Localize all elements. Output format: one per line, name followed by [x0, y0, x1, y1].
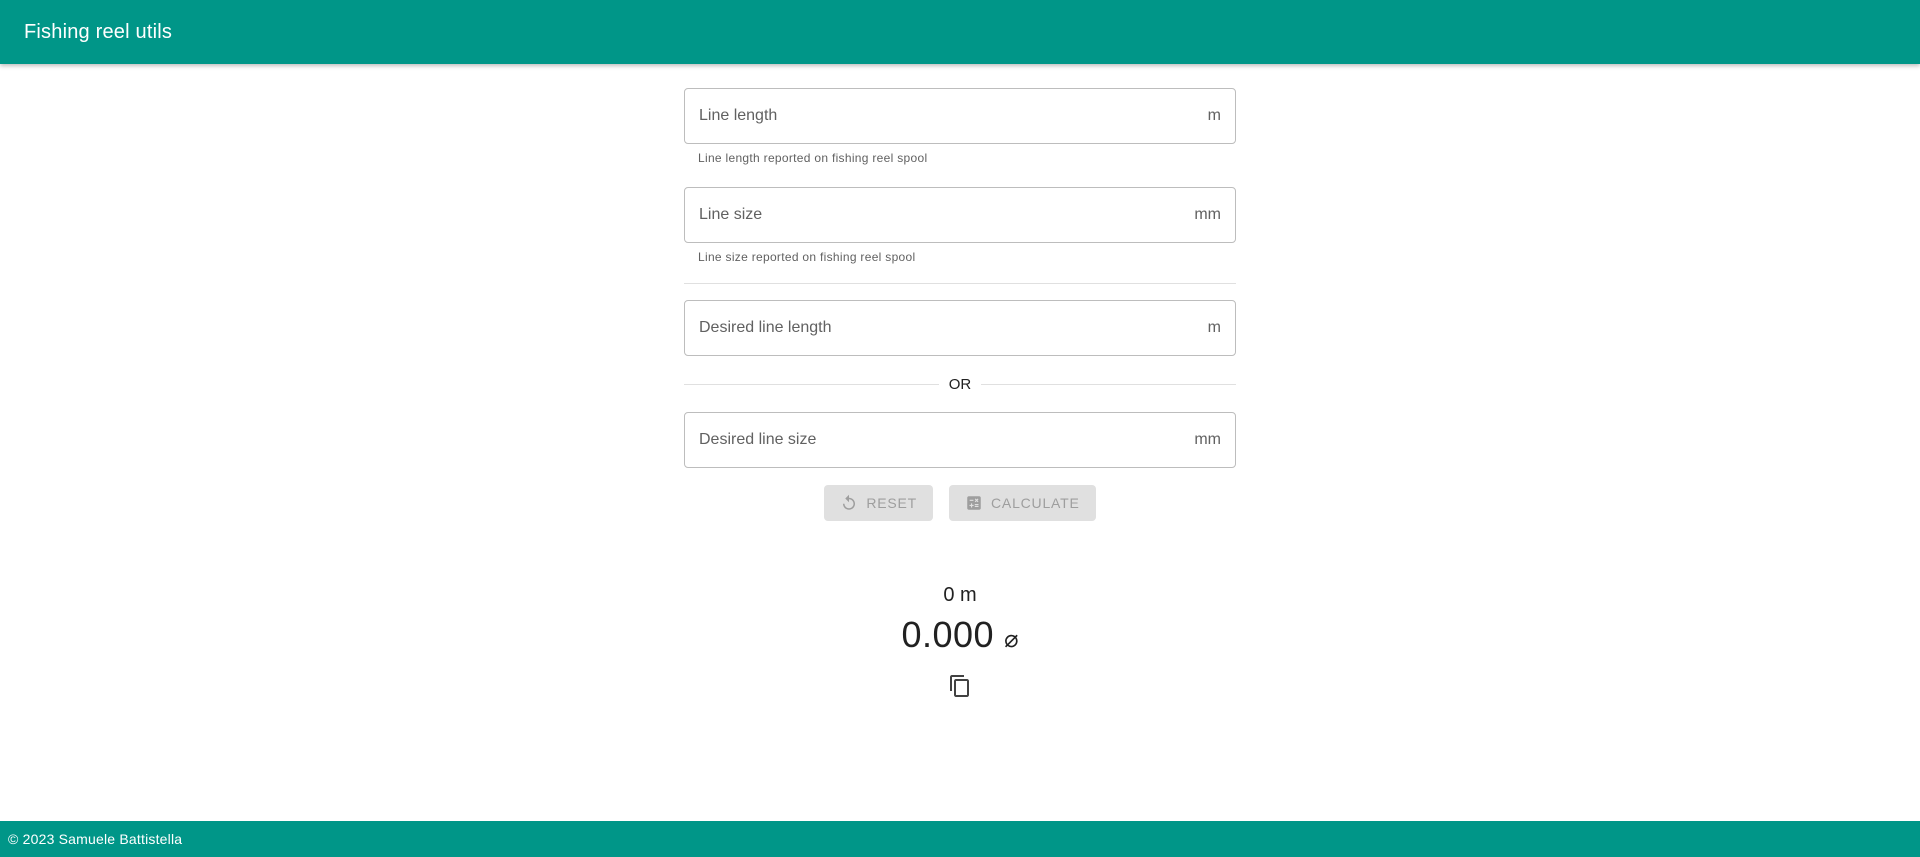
- line-size-box: mm: [684, 187, 1236, 243]
- desired-line-size-unit: mm: [1194, 431, 1221, 448]
- desired-line-size-box: mm: [684, 412, 1236, 468]
- desired-line-size-input[interactable]: [699, 431, 1187, 449]
- action-buttons: RESET CALCULATE: [684, 485, 1236, 521]
- line-length-hint: Line length reported on fishing reel spo…: [698, 151, 928, 165]
- line-length-unit: m: [1207, 107, 1221, 124]
- line-size-input[interactable]: [699, 206, 1187, 224]
- copyright-text: © 2023 Samuele Battistella: [8, 831, 183, 847]
- app-toolbar: Fishing reel utils: [0, 0, 1920, 64]
- result-size: 0.000: [901, 614, 995, 655]
- desired-line-length-unit: m: [1207, 319, 1221, 336]
- desired-line-length-input[interactable]: [699, 319, 1200, 337]
- copy-icon: [948, 674, 972, 703]
- or-separator: OR: [684, 374, 1236, 394]
- desired-line-length-field: m: [684, 300, 1236, 356]
- section-divider: [684, 283, 1236, 284]
- line-length-box: m: [684, 88, 1236, 144]
- desired-line-size-field: mm: [684, 412, 1236, 468]
- or-label: OR: [948, 375, 972, 393]
- line-size-field: mm Line size reported on fishing reel sp…: [684, 187, 1236, 266]
- reset-button[interactable]: RESET: [824, 485, 934, 521]
- result-length: 0 m: [943, 584, 977, 606]
- line-size-unit: mm: [1194, 206, 1221, 223]
- diameter-symbol: ⌀: [1004, 626, 1019, 653]
- line-size-hint: Line size reported on fishing reel spool: [698, 250, 916, 264]
- calculate-button[interactable]: CALCULATE: [949, 485, 1096, 521]
- app-footer: © 2023 Samuele Battistella: [0, 821, 1920, 857]
- calculator-form: m Line length reported on fishing reel s…: [684, 88, 1236, 521]
- desired-line-length-box: m: [684, 300, 1236, 356]
- line-length-input[interactable]: [699, 107, 1200, 125]
- calculator-icon: [965, 494, 983, 512]
- copy-button[interactable]: [947, 674, 973, 702]
- app-title: Fishing reel utils: [24, 20, 173, 43]
- result-panel: 0 m 0.000 ⌀: [0, 584, 1920, 656]
- or-line-left: [684, 383, 939, 385]
- result-size-row: 0.000 ⌀: [0, 614, 1920, 656]
- or-line-right: [981, 383, 1236, 385]
- reset-label: RESET: [866, 495, 918, 511]
- line-length-field: m Line length reported on fishing reel s…: [684, 88, 1236, 167]
- reset-icon: [840, 494, 858, 512]
- calculate-label: CALCULATE: [991, 495, 1080, 511]
